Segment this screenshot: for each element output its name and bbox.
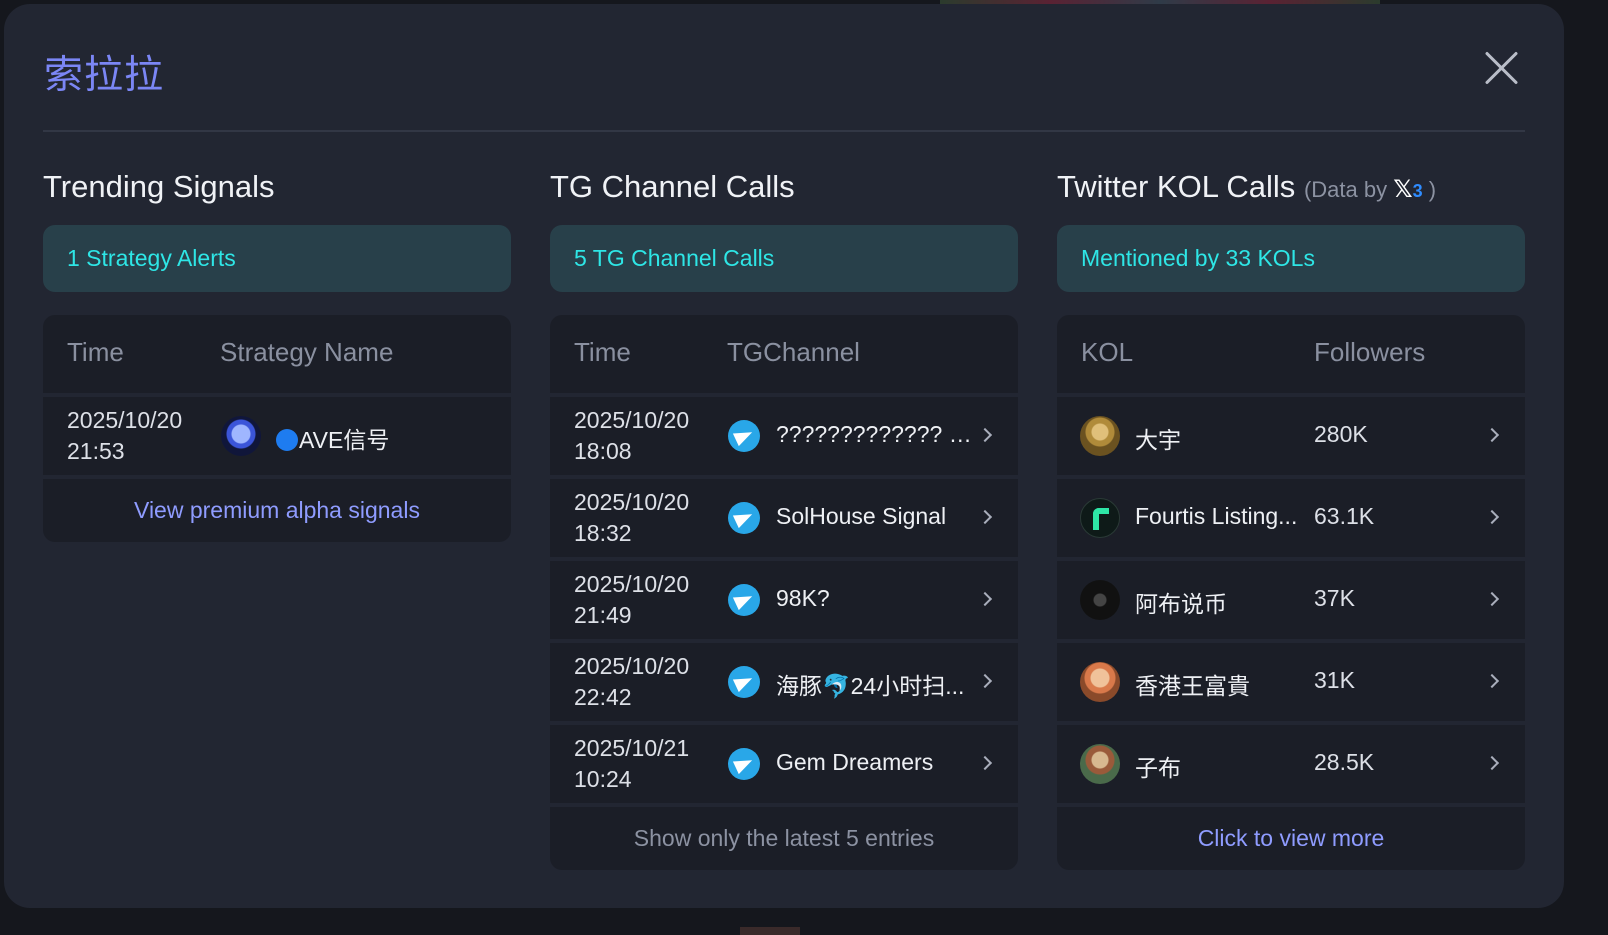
view-more-link[interactable]: Click to view more <box>1057 807 1525 870</box>
avatar <box>1080 744 1120 784</box>
kol-followers: 37K <box>1314 585 1355 611</box>
row-timestamp: 2025/10/20 22:42 <box>574 653 690 710</box>
avatar <box>1080 580 1120 620</box>
section-title: Twitter KOL Calls (Data by 𝕏3 ) <box>1057 169 1437 204</box>
column-header-followers: Followers <box>1314 337 1426 367</box>
close-icon[interactable] <box>1482 48 1522 88</box>
row-timestamp: 2025/10/20 18:32 <box>574 489 690 546</box>
column-header-strategy-name: Strategy Name <box>220 337 394 367</box>
telegram-icon <box>728 502 760 534</box>
tg-channel-calls-section: TG Channel Calls 5 TG Channel Calls Time… <box>550 164 1018 870</box>
column-header-time: Time <box>574 337 631 367</box>
table-row[interactable]: 香港王富貴 31K <box>1057 643 1525 721</box>
table-row[interactable]: 大宇 280K <box>1057 397 1525 475</box>
column-header-tgchannel: TGChannel <box>727 337 860 367</box>
chevron-right-icon <box>977 591 993 607</box>
column-header-time: Time <box>67 337 124 367</box>
background-decoration <box>740 927 800 935</box>
telegram-icon <box>728 748 760 780</box>
table-row[interactable]: 阿布说币 37K <box>1057 561 1525 639</box>
strategy-alerts-badge: 1 Strategy Alerts <box>43 225 511 292</box>
kol-name: 子布 <box>1135 755 1181 781</box>
column-header-kol: KOL <box>1081 337 1134 367</box>
x3-logo-icon[interactable]: 𝕏3 <box>1393 176 1422 203</box>
strategy-table: Time Strategy Name 2025/10/20 21:53 AVE信… <box>43 315 511 542</box>
chevron-right-icon <box>1484 509 1500 525</box>
channel-name: 海豚🐬24小时扫... <box>776 673 965 699</box>
avatar <box>1080 498 1120 538</box>
modal-title: 索拉拉 <box>44 53 165 98</box>
table-row[interactable]: 2025/10/21 10:24 Gem Dreamers <box>550 725 1018 803</box>
channel-name: 98K? <box>776 585 830 611</box>
ave-logo-icon <box>221 416 261 456</box>
kol-name: Fourtis Listing... <box>1135 503 1298 529</box>
channel-name: SolHouse Signal <box>776 503 947 529</box>
kol-table: KOL Followers 大宇 280K Fourtis Listing...… <box>1057 315 1525 870</box>
token-signals-modal: 索拉拉 Trending Signals 1 Strategy Alerts T… <box>4 4 1564 908</box>
telegram-icon <box>728 666 760 698</box>
kol-name: 大宇 <box>1135 427 1181 453</box>
telegram-icon <box>728 584 760 616</box>
kol-followers: 280K <box>1314 421 1368 447</box>
kol-mentions-badge: Mentioned by 33 KOLs <box>1057 225 1525 292</box>
table-row[interactable]: 2025/10/20 21:53 AVE信号 <box>43 397 511 475</box>
channel-name: Gem Dreamers <box>776 749 934 775</box>
row-timestamp: 2025/10/20 18:08 <box>574 407 690 464</box>
chevron-right-icon <box>1484 591 1500 607</box>
latest-entries-note: Show only the latest 5 entries <box>550 807 1018 870</box>
chevron-right-icon <box>1484 673 1500 689</box>
kol-name: 阿布说币 <box>1135 591 1227 617</box>
chevron-right-icon <box>977 673 993 689</box>
tg-calls-badge: 5 TG Channel Calls <box>550 225 1018 292</box>
table-row[interactable]: 2025/10/20 21:49 98K? <box>550 561 1018 639</box>
section-title: TG Channel Calls <box>550 169 795 204</box>
trending-signals-section: Trending Signals 1 Strategy Alerts Time … <box>43 164 511 542</box>
channel-name: ????????????? - ... <box>776 421 976 447</box>
telegram-icon <box>728 420 760 452</box>
avatar <box>1080 662 1120 702</box>
table-row[interactable]: 2025/10/20 22:42 海豚🐬24小时扫... <box>550 643 1018 721</box>
section-title: Trending Signals <box>43 169 275 204</box>
chevron-right-icon <box>1484 755 1500 771</box>
table-header: Time TGChannel <box>550 315 1018 393</box>
chevron-right-icon <box>1484 427 1500 443</box>
chevron-right-icon <box>977 427 993 443</box>
data-source-note: (Data by 𝕏3 ) <box>1303 176 1437 203</box>
kol-followers: 28.5K <box>1314 749 1375 775</box>
table-row[interactable]: 2025/10/20 18:32 SolHouse Signal <box>550 479 1018 557</box>
kol-followers: 31K <box>1314 667 1355 693</box>
table-header: KOL Followers <box>1057 315 1525 393</box>
strategy-name: AVE信号 <box>276 421 389 455</box>
row-timestamp: 2025/10/20 21:49 <box>574 571 690 628</box>
tg-channel-table: Time TGChannel 2025/10/20 18:08 ?????????… <box>550 315 1018 870</box>
twitter-kol-calls-section: Twitter KOL Calls (Data by 𝕏3 ) Mentione… <box>1057 164 1525 870</box>
row-timestamp: 2025/10/21 10:24 <box>574 735 690 792</box>
table-row[interactable]: Fourtis Listing... 63.1K <box>1057 479 1525 557</box>
row-timestamp: 2025/10/20 21:53 <box>67 407 183 464</box>
table-row[interactable]: 2025/10/20 18:08 ????????????? - ... <box>550 397 1018 475</box>
view-premium-signals-link[interactable]: View premium alpha signals <box>43 479 511 542</box>
chevron-right-icon <box>977 509 993 525</box>
avatar <box>1080 416 1120 456</box>
kol-name: 香港王富貴 <box>1135 673 1250 699</box>
kol-followers: 63.1K <box>1314 503 1375 529</box>
table-row[interactable]: 子布 28.5K <box>1057 725 1525 803</box>
chevron-right-icon <box>977 755 993 771</box>
table-header: Time Strategy Name <box>43 315 511 393</box>
blue-circle-icon <box>276 429 298 451</box>
divider <box>43 130 1525 132</box>
